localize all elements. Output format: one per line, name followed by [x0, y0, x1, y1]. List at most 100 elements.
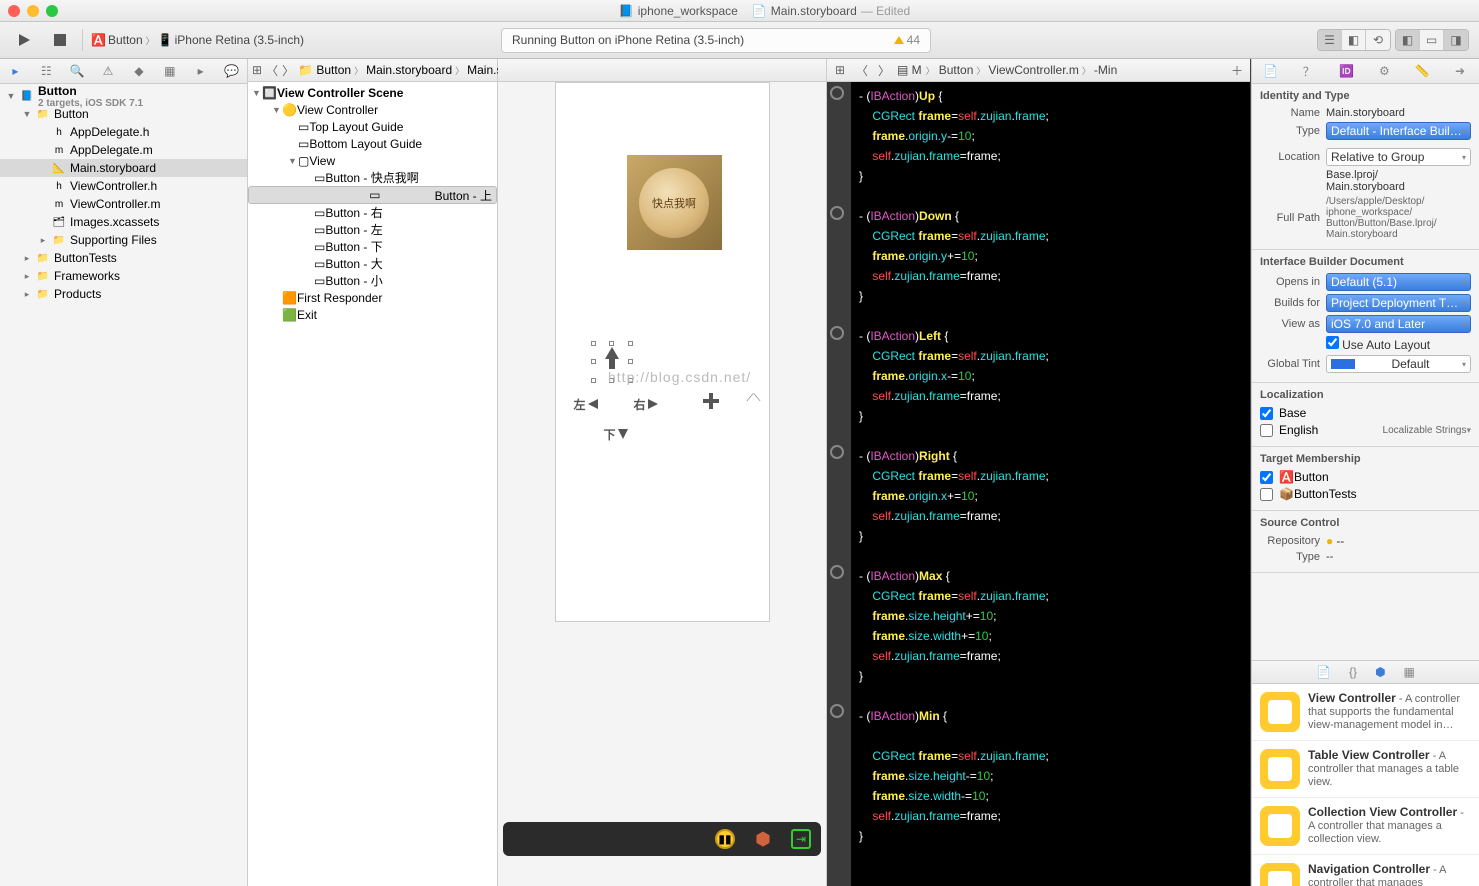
- standard-editor-icon[interactable]: ☰: [1318, 30, 1342, 50]
- outline-item[interactable]: ▭Button - 快点我啊: [248, 169, 497, 186]
- version-editor-icon[interactable]: ⟲: [1366, 30, 1390, 50]
- minimize-window-icon[interactable]: [27, 5, 39, 17]
- toggle-navigator-icon[interactable]: ◧: [1396, 30, 1420, 50]
- breakpoint-navigator-icon[interactable]: ▸: [192, 62, 210, 80]
- outline-item[interactable]: ▭Button - 右: [248, 204, 497, 221]
- inspector-tabs[interactable]: 📄 ？ 🆔 ⚙ 📏 ➜: [1252, 59, 1479, 84]
- outline-item[interactable]: ▼🟡View Controller: [248, 101, 497, 118]
- autolayout-checkbox[interactable]: [1326, 336, 1339, 349]
- object-library-list[interactable]: View Controller - A controller that supp…: [1252, 684, 1479, 886]
- outline-item[interactable]: ▭Bottom Layout Guide: [248, 135, 497, 152]
- zoom-window-icon[interactable]: [46, 5, 58, 17]
- loc-base-checkbox[interactable]: [1260, 407, 1273, 420]
- stop-button[interactable]: [46, 29, 74, 51]
- debug-bar[interactable]: ▮▮ ⬢ ⇥: [503, 822, 821, 856]
- test-navigator-icon[interactable]: ◆: [130, 62, 148, 80]
- project-root[interactable]: ▼ 📘 Button2 targets, iOS SDK 7.1: [0, 87, 247, 105]
- loc-english-checkbox[interactable]: [1260, 424, 1273, 437]
- media-library-icon[interactable]: ▦: [1404, 665, 1415, 679]
- outline-item[interactable]: ▭Button - 小: [248, 272, 497, 289]
- nav-item[interactable]: ▸📁Supporting Files: [0, 231, 247, 249]
- nav-item[interactable]: ▸📁Products: [0, 285, 247, 303]
- search-navigator-icon[interactable]: 🔍: [68, 62, 86, 80]
- file-inspector-icon[interactable]: 📄: [1262, 62, 1280, 80]
- left-button[interactable]: 左: [574, 391, 600, 417]
- nav-item[interactable]: hViewController.h: [0, 177, 247, 195]
- toggle-debug-icon[interactable]: ▭: [1420, 30, 1444, 50]
- symbol-navigator-icon[interactable]: ☷: [37, 62, 55, 80]
- location-select[interactable]: Relative to Group▾: [1326, 148, 1471, 166]
- nav-item[interactable]: mViewController.m: [0, 195, 247, 213]
- project-tree[interactable]: ▼ 📘 Button2 targets, iOS SDK 7.1 ▼📁Butto…: [0, 84, 247, 886]
- attributes-inspector-icon[interactable]: ⚙: [1375, 62, 1393, 80]
- source-code[interactable]: - (IBAction)Up { CGRect frame=self.zujia…: [849, 82, 1250, 866]
- nav-item[interactable]: ▸📁Frameworks: [0, 267, 247, 285]
- add-assistant-icon[interactable]: ＋: [1228, 61, 1246, 79]
- down-button[interactable]: 下: [604, 421, 630, 447]
- name-field[interactable]: Main.storyboard: [1326, 107, 1471, 119]
- outline-item[interactable]: 🟧First Responder: [248, 289, 497, 306]
- outline-item[interactable]: ▭Top Layout Guide: [248, 118, 497, 135]
- crumb[interactable]: ViewController.m: [988, 63, 1078, 77]
- crumb[interactable]: -Min: [1094, 63, 1117, 77]
- interface-builder-canvas[interactable]: 快点我啊 左 右 下 ⟋⟍ http://blog.csdn.net/: [498, 59, 827, 886]
- assistant-editor-icon[interactable]: ◧: [1342, 30, 1366, 50]
- crumb[interactable]: 📁 Button: [298, 63, 351, 77]
- forward-icon[interactable]: 〉: [282, 61, 294, 79]
- library-item[interactable]: Navigation Controller - A controller tha…: [1252, 855, 1479, 886]
- code-jumpbar[interactable]: ⊞〈〉 ▤ M〉 Button〉ViewController.m〉-Min ＋: [827, 59, 1250, 82]
- toggle-utilities-icon[interactable]: ◨: [1444, 30, 1468, 50]
- cross-button[interactable]: [696, 386, 726, 416]
- debug-pause-button[interactable]: ▮▮: [715, 829, 735, 849]
- debug-exit-button[interactable]: ⇥: [791, 829, 811, 849]
- identity-inspector-icon[interactable]: 🆔: [1338, 62, 1356, 80]
- viewas-select[interactable]: iOS 7.0 and Later▾: [1326, 315, 1471, 333]
- scene-header[interactable]: ▼ 🔲 View Controller Scene: [248, 84, 497, 101]
- crumb[interactable]: Main.storyboard: [366, 63, 452, 77]
- code-snippet-icon[interactable]: {}: [1349, 665, 1357, 679]
- storyboard-view[interactable]: 快点我啊 左 右 下 ⟋⟍: [555, 82, 770, 622]
- nav-item[interactable]: 🗂Images.xcassets: [0, 213, 247, 231]
- size-inspector-icon[interactable]: 📏: [1413, 62, 1431, 80]
- outline-jumpbar[interactable]: ⊞ 〈 〉 📁 Button〉Main.storyboard〉Main.stor…: [248, 59, 497, 82]
- type-select[interactable]: Default - Interface Buil…▾: [1326, 122, 1471, 140]
- outline-item[interactable]: ▭Button - 大: [248, 255, 497, 272]
- file-template-icon[interactable]: 📄: [1316, 665, 1331, 679]
- library-item[interactable]: View Controller - A controller that supp…: [1252, 684, 1479, 741]
- nav-item[interactable]: hAppDelegate.h: [0, 123, 247, 141]
- tint-select[interactable]: Default▾: [1326, 355, 1471, 373]
- project-navigator-icon[interactable]: ▸: [6, 62, 24, 80]
- gutter[interactable]: [827, 82, 851, 886]
- library-tabs[interactable]: 📄 {} ⬢ ▦: [1252, 660, 1479, 684]
- outline-item[interactable]: ▭Button - 左: [248, 221, 497, 238]
- buildsfor-select[interactable]: Project Deployment T…▾: [1326, 294, 1471, 312]
- traffic-lights[interactable]: [8, 5, 58, 17]
- outline-item[interactable]: 🟩Exit: [248, 306, 497, 323]
- right-button[interactable]: 右: [634, 391, 660, 417]
- panel-toggle-segment[interactable]: ◧ ▭ ◨: [1395, 29, 1469, 51]
- log-navigator-icon[interactable]: 💬: [223, 62, 241, 80]
- issue-navigator-icon[interactable]: ⚠: [99, 62, 117, 80]
- object-library-icon[interactable]: ⬢: [1375, 665, 1385, 679]
- crumb[interactable]: Button: [939, 63, 974, 77]
- image-button[interactable]: 快点我啊: [627, 155, 722, 250]
- debug-cube-icon[interactable]: ⬢: [753, 829, 773, 849]
- outline-item[interactable]: ▭Button - 上: [248, 186, 497, 204]
- outline-item[interactable]: ▭Button - 下: [248, 238, 497, 255]
- quick-help-icon[interactable]: ？: [1300, 62, 1318, 80]
- tm-button-checkbox[interactable]: [1260, 471, 1273, 484]
- tm-tests-checkbox[interactable]: [1260, 488, 1273, 501]
- outline-item[interactable]: ▼▢View: [248, 152, 497, 169]
- run-button[interactable]: [10, 29, 38, 51]
- library-item[interactable]: Table View Controller - A controller tha…: [1252, 741, 1479, 798]
- connections-inspector-icon[interactable]: ➜: [1451, 62, 1469, 80]
- debug-navigator-icon[interactable]: ▦: [161, 62, 179, 80]
- editor-mode-segment[interactable]: ☰ ◧ ⟲: [1317, 29, 1391, 51]
- scheme-selector[interactable]: 🅰️ Button〉 📱 iPhone Retina (3.5-inch): [91, 33, 304, 47]
- close-window-icon[interactable]: [8, 5, 20, 17]
- back-icon[interactable]: 〈: [266, 61, 278, 79]
- nav-item[interactable]: ▸📁ButtonTests: [0, 249, 247, 267]
- selection-handles[interactable]: [591, 341, 633, 383]
- nav-item[interactable]: 📐Main.storyboard: [0, 159, 247, 177]
- opensin-select[interactable]: Default (5.1)▾: [1326, 273, 1471, 291]
